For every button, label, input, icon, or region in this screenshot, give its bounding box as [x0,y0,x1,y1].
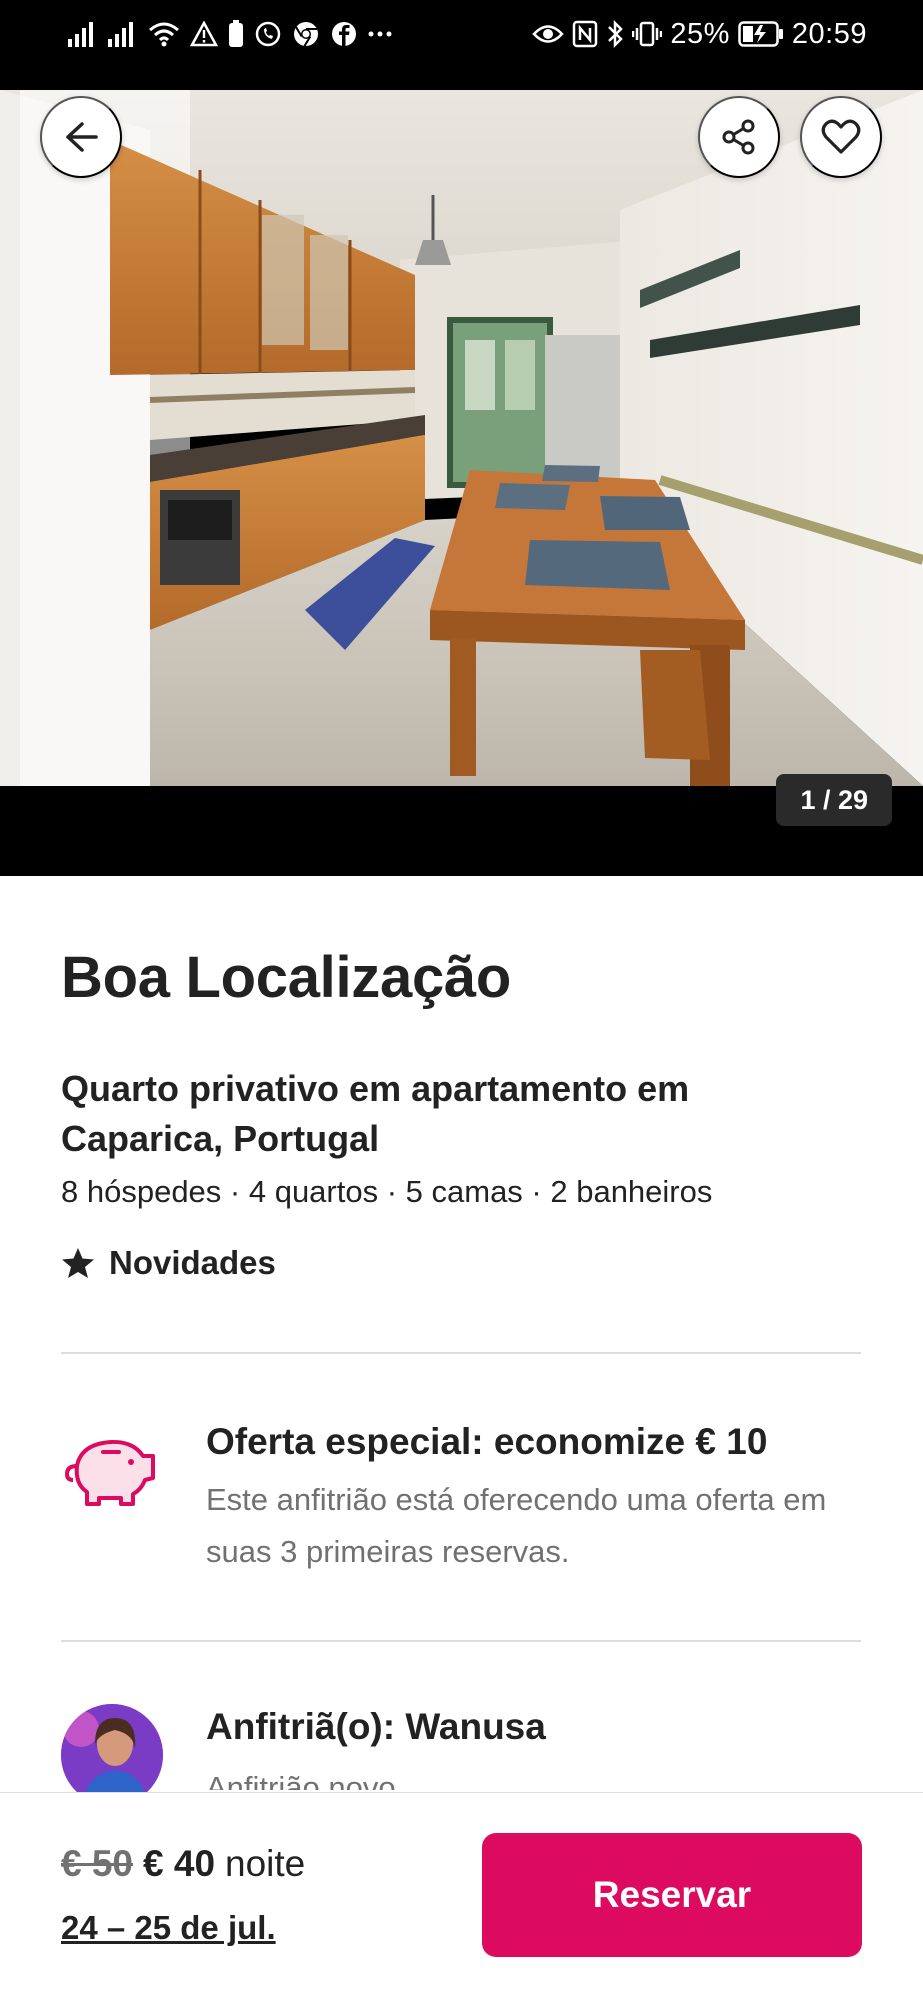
offer-description: Este anfitrião está oferecendo uma ofert… [206,1482,827,1569]
chrome-icon [292,17,320,51]
signal-icon [68,17,98,51]
old-price: € 50 [61,1843,134,1884]
eye-icon [532,17,565,51]
offer-title: Oferta especial: economize € 10 [206,1421,768,1462]
price-unit: noite [225,1843,306,1884]
dates-link[interactable]: 24 – 25 de jul. [61,1909,276,1947]
status-bar: 25% 20:59 [0,0,923,90]
share-icon [722,119,755,155]
new-price: € 40 [143,1843,216,1884]
star-icon [62,1248,94,1278]
clock: 20:59 [791,17,867,50]
share-button[interactable] [698,96,780,178]
booking-footer: € 50 € 40 noite 24 – 25 de jul. Reservar [0,1792,923,2000]
battery-charging-icon [738,17,784,51]
listing-details: 8 hóspedes · 4 quartos · 5 camas · 2 ban… [61,1174,713,1209]
listing-title: Boa Localização [61,945,511,1010]
nfc-icon [572,17,598,51]
more-dots-icon [368,17,392,51]
back-button[interactable] [40,96,122,178]
status-left-icons [68,14,392,54]
rating-label: Novidades [109,1244,276,1281]
listing-photo[interactable] [0,90,923,786]
whatsapp-icon [254,17,282,51]
facebook-icon [330,17,358,51]
favorite-button[interactable] [800,96,882,178]
photo-gallery[interactable]: 1 / 29 [0,90,923,876]
signal-icon [108,17,138,51]
wifi-icon [148,17,180,51]
vibrate-icon [632,17,663,51]
battery-percent: 25% [670,17,730,50]
bluetooth-icon [606,17,624,51]
reserve-button[interactable]: Reservar [482,1833,862,1957]
warning-icon [190,17,218,51]
battery-small-icon [228,17,244,51]
host-avatar[interactable] [61,1704,163,1806]
heart-icon [821,119,861,154]
photo-counter: 1 / 29 [776,774,892,826]
arrow-left-icon [66,122,98,152]
divider [61,1640,861,1642]
status-right-icons: 25% 20:59 [532,14,867,54]
piggy-bank-icon [64,1439,155,1506]
price-row: € 50 € 40 noite [61,1843,305,1885]
rating: Novidades [61,1244,276,1282]
listing-subtitle: Quarto privativo em apartamento em Capar… [61,1068,690,1159]
divider [61,1352,861,1354]
host-subtitle: Anfitrião novo [206,1770,396,1790]
host-title: Anfitriã(o): Wanusa [206,1706,546,1747]
